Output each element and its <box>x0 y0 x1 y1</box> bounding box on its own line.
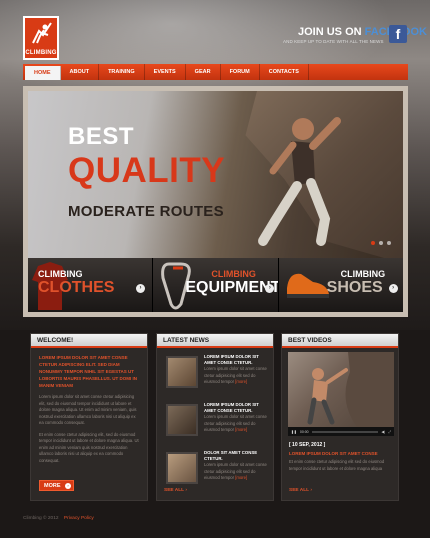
pause-icon[interactable]: ❚❚ <box>291 430 297 434</box>
news-title: LATEST NEWS <box>157 334 273 348</box>
see-all-label: SEE ALL <box>164 488 184 493</box>
news-panel: LATEST NEWS LOREM IPSUM DOLOR SIT AMET C… <box>156 333 274 501</box>
news-thumbnail[interactable] <box>166 404 198 436</box>
videos-see-all-link[interactable]: SEE ALL › <box>289 488 312 493</box>
fullscreen-icon[interactable]: ⤢ <box>388 430 391 434</box>
category-small-label: CLIMBING <box>340 269 386 279</box>
welcome-lead: LOREM IPSUM DOLOR SIT AMET CONSE CTETUR … <box>39 355 138 388</box>
videos-panel: BEST VIDEOS ❚❚ 00:00 ◀) ⤢ [ 10 SEP, 2012… <box>281 333 399 501</box>
nav-events[interactable]: EVENTS <box>145 64 186 80</box>
copyright-text: Climbing © 2012 <box>23 516 59 521</box>
facebook-prefix: JOIN US ON <box>298 26 362 38</box>
news-thumbnail[interactable] <box>166 356 198 388</box>
category-big-label: CLOTHES <box>38 279 115 296</box>
hero-slider: BEST QUALITY MODERATE ROUTES CLIMBING CL… <box>23 86 408 317</box>
news-item-title[interactable]: LOREM IPSUM DOLOR SIT AMET CONSE CTETUR. <box>204 402 272 414</box>
video-progress-bar[interactable] <box>311 430 379 433</box>
category-small-label: CLIMBING <box>211 269 256 279</box>
video-caption[interactable]: LOREM IPSUM DOLOR SIT AMET CONSE <box>289 450 391 457</box>
news-more-link[interactable]: [more] <box>235 427 247 432</box>
video-description: Et enim conse ctetur adipiscing elit sed… <box>289 459 385 471</box>
nav-contacts[interactable]: CONTACTS <box>260 64 309 80</box>
facebook-tagline: AND KEEP UP TO DATE WITH ALL THE NEWS <box>283 39 384 44</box>
nav-forum[interactable]: FORUM <box>221 64 260 80</box>
news-item[interactable]: LOREM IPSUM DOLOR SIT AMET CONSE CTETUR.… <box>164 402 267 444</box>
news-item-title[interactable]: LOREM IPSUM DOLOR SIT AMET CONSE CTETUR. <box>204 354 272 366</box>
facebook-title[interactable]: JOIN US ON FACEBOOK <box>298 26 427 38</box>
news-more-link[interactable]: [more] <box>235 379 247 384</box>
slider-dot[interactable] <box>379 241 383 245</box>
news-see-all-link[interactable]: SEE ALL › <box>164 488 187 493</box>
hero-line1: BEST <box>68 123 135 150</box>
video-thumbnail <box>307 352 394 428</box>
slider-pagination <box>371 241 391 245</box>
footer: Climbing © 2012 Privacy Policy <box>23 516 94 521</box>
more-label: MORE <box>44 483 61 489</box>
video-time: 00:00 <box>299 429 309 434</box>
logo-text: CLIMBING <box>25 50 57 56</box>
category-clothes[interactable]: CLIMBING CLOTHES › <box>28 258 154 312</box>
arrow-right-icon[interactable]: › <box>388 284 398 293</box>
welcome-panel: WELCOME! LOREM IPSUM DOLOR SIT AMET CONS… <box>30 333 148 501</box>
news-more-link[interactable]: [more] <box>235 475 247 480</box>
welcome-paragraph: Et enim conse ctetur adipiscing elit, se… <box>39 431 139 463</box>
nav-gear[interactable]: GEAR <box>186 64 221 80</box>
category-equipment[interactable]: CLIMBING EQUIPMENT › <box>153 258 279 312</box>
slider-dot[interactable] <box>387 241 391 245</box>
arrow-right-icon[interactable]: › <box>136 284 145 293</box>
nav-training[interactable]: TRAINING <box>99 64 145 80</box>
news-thumbnail[interactable] <box>166 452 198 484</box>
category-big-label: SHOES <box>326 279 383 296</box>
main-nav: HOME ABOUT TRAINING EVENTS GEAR FORUM CO… <box>23 64 408 80</box>
video-controls: ❚❚ 00:00 ◀) ⤢ <box>288 427 394 436</box>
nav-about[interactable]: ABOUT <box>61 64 100 80</box>
site-logo[interactable]: CLIMBING <box>23 16 59 60</box>
privacy-policy-link[interactable]: Privacy Policy <box>64 516 94 521</box>
welcome-paragraph: Lorem ipsum dolor sit amet conse ctetur … <box>39 394 137 425</box>
hero-line2: QUALITY <box>68 151 226 190</box>
nav-home[interactable]: HOME <box>25 66 61 80</box>
climber-logo-icon <box>32 22 52 44</box>
volume-icon[interactable]: ◀) <box>381 430 385 434</box>
facebook-icon[interactable]: f <box>389 25 407 43</box>
video-player[interactable]: ❚❚ 00:00 ◀) ⤢ <box>288 352 394 436</box>
category-strip: CLIMBING CLOTHES › CLIMBING EQUIPMENT › … <box>28 258 403 312</box>
video-date: [ 10 SEP, 2012 ] <box>289 442 326 448</box>
news-item-title[interactable]: DOLOR SIT AMET CONSE CTETUR. <box>204 450 272 462</box>
more-button[interactable]: MORE › <box>39 480 74 491</box>
see-all-label: SEE ALL <box>289 488 309 493</box>
shoe-icon <box>286 273 329 298</box>
slider-dot[interactable] <box>371 241 375 245</box>
climber-figure <box>258 117 341 246</box>
welcome-title: WELCOME! <box>31 334 147 348</box>
category-small-label: CLIMBING <box>38 269 83 279</box>
news-item[interactable]: DOLOR SIT AMET CONSE CTETUR. Lorem ipsum… <box>164 450 267 492</box>
news-item[interactable]: LOREM IPSUM DOLOR SIT AMET CONSE CTETUR.… <box>164 354 267 396</box>
hero-line3: MODERATE ROUTES <box>68 203 224 220</box>
arrow-right-icon: › <box>65 483 71 489</box>
category-shoes[interactable]: CLIMBING SHOES › <box>278 258 403 312</box>
videos-title: BEST VIDEOS <box>282 334 398 348</box>
